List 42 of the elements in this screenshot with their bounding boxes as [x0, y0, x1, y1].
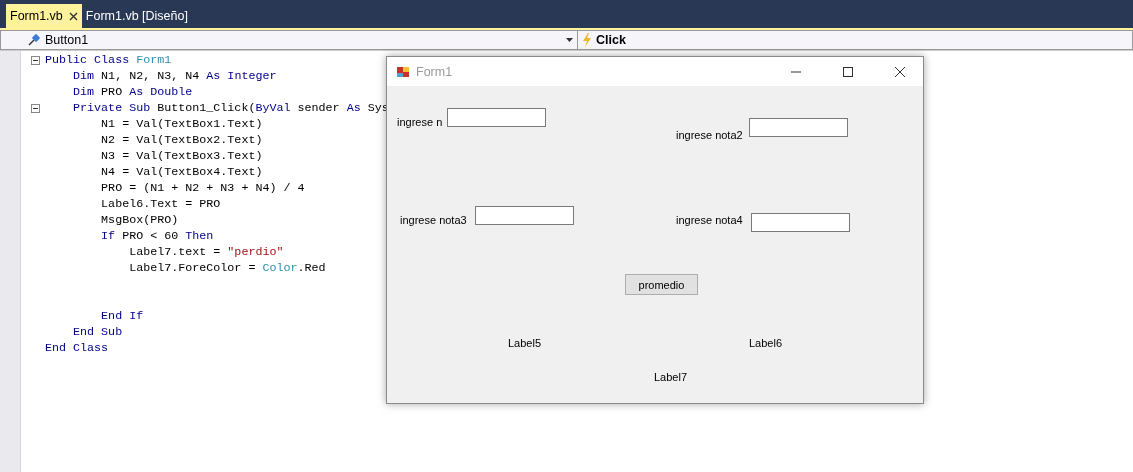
- form-label: Label7: [654, 371, 688, 383]
- text-field[interactable]: [751, 213, 850, 232]
- code-line: Dim PRO As Double: [72, 85, 193, 99]
- code-line: End Sub: [72, 325, 123, 339]
- form-label: Label5: [508, 337, 542, 349]
- code-line: N2 = Val(TextBox2.Text): [100, 133, 263, 147]
- collapse-icon[interactable]: [31, 103, 40, 113]
- code-line: End Class: [45, 341, 109, 355]
- close-icon[interactable]: [68, 11, 78, 21]
- file-tab[interactable]: Form1.vb: [6, 4, 82, 28]
- event-dropdown[interactable]: Click: [578, 30, 1133, 50]
- dropdown-arrow-icon: [566, 38, 573, 42]
- text-field[interactable]: [447, 108, 546, 127]
- form-label: ingrese n: [397, 116, 443, 128]
- code-line: MsgBox(PRO): [100, 213, 179, 227]
- maximize-icon[interactable]: [843, 66, 853, 77]
- code-line: Label7.text = "perdio": [128, 245, 284, 259]
- code-line: End If: [100, 309, 144, 323]
- code-line: N3 = Val(TextBox3.Text): [100, 149, 263, 163]
- code-line: If PRO < 60 Then: [100, 229, 214, 243]
- close-icon[interactable]: [895, 66, 905, 77]
- code-line: Label6.Text = PRO: [100, 197, 221, 211]
- code-line: Label7.ForeColor = Color.Red: [128, 261, 326, 275]
- form-label: ingrese nota2: [676, 129, 743, 141]
- code-line: Dim N1, N2, N3, N4 As Integer: [72, 69, 277, 83]
- text-field[interactable]: [475, 206, 574, 225]
- lightning-icon: [582, 33, 592, 47]
- code-line: N4 = Val(TextBox4.Text): [100, 165, 263, 179]
- code-line: Public Class Form1: [45, 53, 172, 67]
- control-icon: [27, 33, 41, 47]
- promedio-button[interactable]: promedio: [625, 274, 698, 295]
- app-icon: [396, 64, 410, 79]
- form-label: ingrese nota3: [400, 214, 467, 226]
- code-line: PRO = (N1 + N2 + N3 + N4) / 4: [100, 181, 305, 195]
- collapse-icon[interactable]: [31, 55, 40, 65]
- form-label: Label6: [749, 337, 783, 349]
- window-title: Form1: [416, 64, 454, 79]
- object-dropdown[interactable]: Button1: [0, 30, 578, 50]
- code-line: N1 = Val(TextBox1.Text): [100, 117, 263, 131]
- form-label: ingrese nota4: [676, 214, 743, 226]
- text-field[interactable]: [749, 118, 848, 137]
- file-tab[interactable]: Form1.vb [Diseño]: [81, 4, 192, 28]
